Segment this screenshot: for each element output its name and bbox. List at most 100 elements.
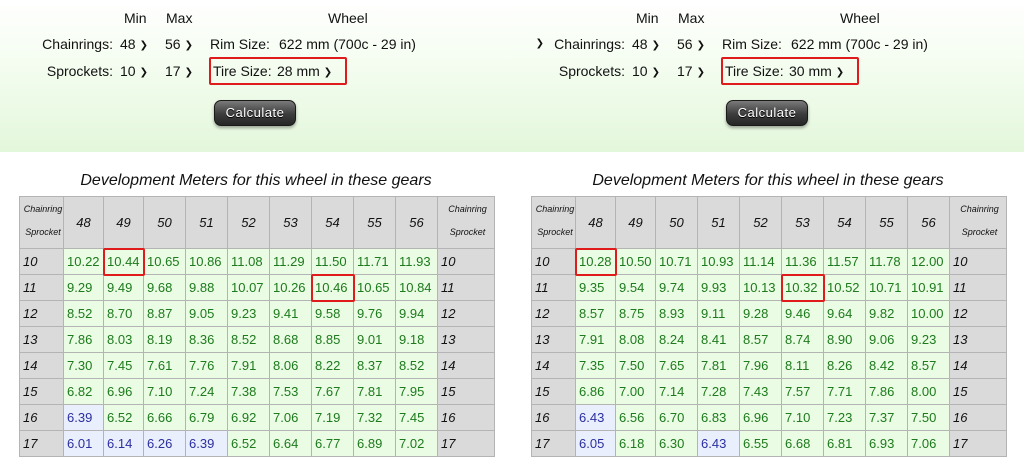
development-cell: 10.91	[907, 274, 950, 301]
corner-header: Chainring Sprocket	[437, 196, 495, 249]
development-cell: 11.78	[865, 248, 908, 275]
chevron-down-icon: ❯	[139, 40, 148, 51]
sprocket-row-header: 10	[437, 248, 495, 275]
sprocket-row-header: 13	[437, 326, 495, 353]
chainring-column-header: 55	[353, 196, 396, 249]
development-cell: 7.61	[143, 352, 186, 379]
sprocket-row-header: 11	[949, 274, 1007, 301]
rim-size-label: Rim Size:	[210, 36, 270, 52]
sprocket-max-select[interactable]: 17 ❯	[162, 60, 193, 82]
development-cell: 9.64	[823, 300, 866, 327]
development-cell: 8.00	[907, 378, 950, 405]
development-cell: 7.76	[185, 352, 228, 379]
sprockets-label: Sprockets:	[558, 63, 625, 79]
sprocket-row-header: 12	[531, 300, 576, 327]
development-cell: 6.55	[739, 430, 782, 457]
development-cell: 10.86	[185, 248, 228, 275]
development-cell: 6.70	[655, 404, 698, 431]
development-cell: 9.11	[697, 300, 740, 327]
development-cell: 9.49	[103, 274, 144, 301]
development-cell: 6.93	[865, 430, 908, 457]
development-cell: 7.23	[823, 404, 866, 431]
table-row: 16 6.43 6.56 6.70 6.83 6.96 7.10 7.23 7.37 7.50 16	[531, 404, 1007, 431]
corner-header: Chainring Sprocket	[531, 196, 576, 249]
tire-size-highlight	[209, 57, 347, 85]
chainring-min-select[interactable]: 48 ❯	[629, 33, 660, 55]
sprocket-row-header: 17	[949, 430, 1007, 457]
development-cell: 10.93	[697, 248, 740, 275]
chainring-column-header: 53	[269, 196, 312, 249]
sprocket-row-header: 14	[437, 352, 495, 379]
table-row: 17 6.05 6.18 6.30 6.43 6.55 6.68 6.81 6.93 7.06 17	[531, 430, 1007, 457]
sprocket-row-header: 16	[531, 404, 576, 431]
sprocket-row-header: 13	[19, 326, 64, 353]
development-cell: 9.94	[395, 300, 438, 327]
table-row: 17 6.01 6.14 6.26 6.39 6.52 6.64 6.77 6.89 7.02 17	[19, 430, 495, 457]
development-cell: 9.29	[63, 274, 104, 301]
development-cell: 9.88	[185, 274, 228, 301]
rim-size-select[interactable]: 622 mm (700c - 29 in)❯	[276, 33, 548, 55]
calculate-button[interactable]: Calculate	[214, 100, 296, 126]
development-cell: 6.83	[697, 404, 740, 431]
table-row: 10 10.28 10.50 10.71 10.93 11.14 11.36 11.57 11.…	[531, 248, 1007, 275]
development-cell: 10.84	[395, 274, 438, 301]
table-row: 16 6.39 6.52 6.66 6.79 6.92 7.06 7.19 7.32 7.45 16	[19, 404, 495, 431]
chevron-down-icon: ❯	[696, 40, 705, 51]
development-cell: 8.85	[311, 326, 354, 353]
min-header: Min	[124, 10, 147, 26]
development-cell: 8.90	[823, 326, 866, 353]
sprocket-row-header: 17	[531, 430, 576, 457]
development-cell: 8.24	[655, 326, 698, 353]
sprocket-row-header: 12	[437, 300, 495, 327]
development-cell: 7.14	[655, 378, 698, 405]
development-cell: 7.86	[63, 326, 104, 353]
sprocket-row-header: 10	[19, 248, 64, 275]
calculate-button[interactable]: Calculate	[726, 100, 808, 126]
development-cell: 8.42	[865, 352, 908, 379]
sprocket-row-header: 10	[949, 248, 1007, 275]
development-cell: 9.58	[311, 300, 354, 327]
development-table: Chainring Sprocket 48 49 50 51 52 53 54 55 56 Chain…	[19, 196, 495, 457]
development-cell: 6.82	[63, 378, 104, 405]
chevron-down-icon: ❯	[696, 67, 705, 78]
rim-size-select[interactable]: 622 mm (700c - 29 in)❯	[788, 33, 1024, 55]
chainring-column-header: 54	[823, 196, 866, 249]
sprocket-row-header: 10	[531, 248, 576, 275]
development-cell: 6.81	[823, 430, 866, 457]
development-cell: 7.81	[697, 352, 740, 379]
sprocket-min-select[interactable]: 10 ❯	[629, 60, 660, 82]
development-cell: 6.92	[227, 404, 270, 431]
development-cell: 7.50	[907, 404, 950, 431]
development-cell: 11.50	[311, 248, 354, 275]
sprocket-row-header: 15	[437, 378, 495, 405]
max-header: Max	[678, 10, 705, 26]
development-cell: 10.65	[143, 248, 186, 275]
sprocket-row-header: 14	[531, 352, 576, 379]
sprocket-max-select[interactable]: 17 ❯	[674, 60, 705, 82]
chainring-column-header: 49	[103, 196, 144, 249]
development-cell: 6.96	[103, 378, 144, 405]
chainring-max-select[interactable]: 56 ❯	[674, 33, 705, 55]
development-cell: 10.00	[907, 300, 950, 327]
development-cell: 11.71	[353, 248, 396, 275]
sprocket-row-header: 13	[531, 326, 576, 353]
chainring-column-header: 56	[395, 196, 438, 249]
development-cell: 8.93	[655, 300, 698, 327]
development-cell: 10.28	[575, 248, 616, 275]
chainring-column-header: 50	[655, 196, 698, 249]
development-cell: 9.35	[575, 274, 616, 301]
sprocket-row-header: 11	[531, 274, 576, 301]
chainring-min-select[interactable]: 48 ❯	[117, 33, 148, 55]
table-title: Development Meters for this wheel in the…	[80, 172, 432, 189]
development-cell: 8.08	[615, 326, 656, 353]
chainring-max-select[interactable]: 56 ❯	[162, 33, 193, 55]
development-cell: 8.41	[697, 326, 740, 353]
sprocket-min-select[interactable]: 10 ❯	[117, 60, 148, 82]
table-row: 13 7.86 8.03 8.19 8.36 8.52 8.68 8.85 9.01 9.18 13	[19, 326, 495, 353]
development-cell: 6.01	[63, 430, 104, 457]
development-cell: 9.82	[865, 300, 908, 327]
development-cell: 8.75	[615, 300, 656, 327]
development-cell: 9.93	[697, 274, 740, 301]
chevron-down-icon: ❯	[651, 40, 660, 51]
development-cell: 11.14	[739, 248, 782, 275]
